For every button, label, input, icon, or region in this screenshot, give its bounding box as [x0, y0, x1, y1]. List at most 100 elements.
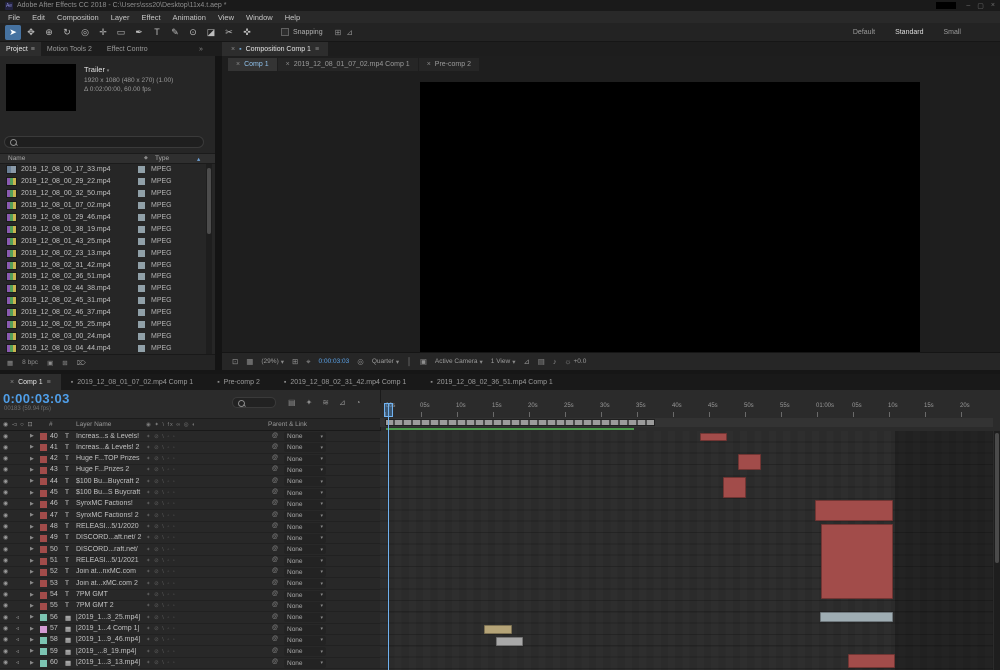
twirl-icon[interactable]: ▶: [30, 558, 34, 564]
draft-3d-icon[interactable]: ✦: [306, 398, 313, 407]
timeline-scrollbar[interactable]: [994, 431, 1000, 670]
composition-panel-tab[interactable]: × ▪ Composition Comp 1 ≡: [222, 42, 329, 56]
eye-icon[interactable]: ◉: [3, 614, 8, 621]
close-button[interactable]: ×: [991, 2, 995, 10]
parent-dropdown[interactable]: None ▾: [284, 454, 326, 464]
parent-dropdown[interactable]: None ▾: [284, 545, 326, 555]
eye-icon[interactable]: ◉: [3, 625, 8, 632]
panel-menu-icon[interactable]: ≡: [315, 46, 319, 53]
label-chip[interactable]: [138, 261, 145, 269]
parent-dropdown[interactable]: None ▾: [284, 511, 326, 521]
label-chip[interactable]: [138, 214, 145, 221]
layer-name[interactable]: Increas...& Levels! 2: [76, 444, 142, 451]
parent-dropdown[interactable]: None ▾: [284, 624, 326, 634]
tab-lead-icon[interactable]: ▪: [217, 379, 219, 386]
parent-dropdown[interactable]: None ▾: [284, 613, 326, 623]
layer-switch-icons[interactable]: ✦ ⊘ \ ◦ ◦: [146, 649, 176, 655]
layer-name[interactable]: SynxMC Factions!: [76, 500, 142, 507]
scrollbar-thumb[interactable]: [995, 433, 999, 563]
eye-icon[interactable]: ◉: [3, 602, 8, 609]
twirl-icon[interactable]: ▶: [30, 626, 34, 632]
project-file-row[interactable]: 2019_12_08_03_04_44.mp4 MPEG: [0, 342, 215, 354]
layer-row[interactable]: ◉ ▶ 48 T RELEASI...5/1/2020 ✦ ⊘ \ ◦ ◦ @ …: [0, 521, 380, 533]
layer-duration-bar[interactable]: [484, 625, 512, 634]
new-composition-icon[interactable]: ⊞: [62, 359, 67, 367]
scrollbar-thumb[interactable]: [207, 168, 211, 234]
layer-switch-icons[interactable]: ✦ ⊘ \ ◦ ◦: [146, 445, 176, 451]
layer-name[interactable]: 7PM GMT: [76, 591, 142, 598]
pickwhip-icon[interactable]: @: [272, 648, 278, 654]
label-chip[interactable]: [138, 297, 145, 305]
audio-icon[interactable]: ◃: [16, 614, 19, 621]
layer-name[interactable]: SynxMC Factions! 2: [76, 512, 142, 519]
pickwhip-icon[interactable]: @: [272, 636, 278, 642]
menu-item[interactable]: Window: [240, 13, 279, 22]
tool-button[interactable]: ✂: [221, 25, 237, 40]
project-file-row[interactable]: 2019_12_08_00_32_50.mp4 MPEG: [0, 188, 215, 200]
parent-dropdown[interactable]: None ▾: [284, 635, 326, 645]
snapping-checkbox[interactable]: [281, 28, 289, 36]
project-file-row[interactable]: 2019_12_08_02_31_42.mp4 MPEG: [0, 259, 215, 271]
parent-dropdown[interactable]: None ▾: [284, 499, 326, 509]
pickwhip-icon[interactable]: @: [272, 659, 278, 665]
label-chip[interactable]: [138, 225, 145, 233]
twirl-icon[interactable]: ▶: [30, 535, 34, 541]
pickwhip-icon[interactable]: @: [272, 478, 278, 484]
twirl-icon[interactable]: ▶: [30, 603, 34, 609]
layer-label-chip[interactable]: [40, 557, 47, 565]
layer-switch-icons[interactable]: ✦ ⊘ \ ◦ ◦: [146, 592, 176, 598]
layer-row[interactable]: ◉ ▶ 46 T SynxMC Factions! ✦ ⊘ \ ◦ ◦ @ No…: [0, 498, 380, 511]
label-chip[interactable]: [138, 332, 145, 340]
layer-name[interactable]: Increas...s & Levels!: [76, 433, 142, 440]
layer-row[interactable]: ◉ ◃ ▶ 59 ▦ [2019_...8_19.mp4] ✦ ⊘ \ ◦ ◦ …: [0, 646, 380, 658]
audio-icon[interactable]: ◃: [16, 636, 19, 643]
project-file-row[interactable]: 2019_12_08_00_17_33.mp4 MPEG: [0, 164, 215, 176]
work-area-bar[interactable]: [385, 419, 655, 426]
layer-name[interactable]: DISCORD...aft.net/ 2: [76, 534, 142, 541]
menu-item[interactable]: Help: [279, 13, 306, 22]
color-depth-label[interactable]: 8 bpc: [22, 359, 38, 366]
close-tab-icon[interactable]: ×: [427, 61, 431, 68]
layer-name[interactable]: [2019_1...4 Comp 1]: [76, 625, 142, 632]
twirl-icon[interactable]: ▶: [30, 637, 34, 643]
view-layout-dropdown[interactable]: 1 View ▾: [491, 358, 516, 366]
layer-name[interactable]: [2019_1...3_25.mp4]: [76, 614, 142, 621]
track-area[interactable]: [380, 431, 993, 670]
label-chip[interactable]: [138, 273, 145, 281]
layer-label-chip[interactable]: [40, 591, 47, 599]
eye-icon[interactable]: ◉: [3, 500, 8, 507]
mask-visibility-icon[interactable]: ⊞: [292, 357, 298, 366]
project-file-row[interactable]: 2019_12_08_01_38_19.mp4 MPEG: [0, 223, 215, 235]
project-file-row[interactable]: 2019_12_08_02_23_13.mp4 MPEG: [0, 247, 215, 259]
twirl-icon[interactable]: ▶: [30, 569, 34, 575]
layer-row[interactable]: ◉ ▶ 42 T Huge F...TOP Prizes ✦ ⊘ \ ◦ ◦ @…: [0, 453, 380, 465]
layer-duration-bar[interactable]: [700, 433, 727, 441]
tool-button[interactable]: ✒: [131, 25, 147, 40]
timeline-tab[interactable]: ▪ 2019_12_08_02_31_42.mp4 Comp 1: [274, 374, 420, 390]
layer-label-chip[interactable]: [40, 523, 47, 531]
parent-dropdown[interactable]: None ▾: [284, 601, 326, 611]
eye-icon[interactable]: ◉: [3, 580, 8, 587]
sort-ascending-icon[interactable]: ▴: [197, 155, 200, 163]
layer-switch-icons[interactable]: ✦ ⊘ \ ◦ ◦: [146, 615, 176, 621]
pickwhip-icon[interactable]: @: [272, 568, 278, 574]
layer-row[interactable]: ◉ ◃ ▶ 60 ▦ [2019_1...3_13.mp4] ✦ ⊘ \ ◦ ◦…: [0, 657, 380, 669]
channel-icon[interactable]: ▤: [538, 357, 545, 366]
twirl-icon[interactable]: ▶: [30, 660, 34, 666]
project-file-row[interactable]: 2019_12_08_02_36_51.mp4 MPEG: [0, 271, 215, 283]
audio-icon[interactable]: ◃: [16, 659, 19, 666]
tab-overflow-icon[interactable]: »: [199, 42, 203, 56]
parent-dropdown[interactable]: None ▾: [284, 533, 326, 543]
layer-label-chip[interactable]: [40, 602, 47, 610]
parent-dropdown[interactable]: None ▾: [284, 647, 326, 657]
layer-name[interactable]: [2019_1...3_13.mp4]: [76, 659, 142, 666]
layer-label-chip[interactable]: [40, 512, 47, 520]
layer-name[interactable]: $100 Bu...Buycraft 2: [76, 478, 142, 485]
project-file-row[interactable]: 2019_12_08_02_45_31.mp4 MPEG: [0, 295, 215, 307]
tool-button[interactable]: ✜: [239, 25, 255, 40]
dropdown-arrow-icon[interactable]: ▾: [107, 68, 110, 74]
project-file-row[interactable]: 2019_12_08_02_46_37.mp4 MPEG: [0, 307, 215, 319]
twirl-icon[interactable]: ▶: [30, 478, 34, 484]
twirl-icon[interactable]: ▶: [30, 512, 34, 518]
twirl-icon[interactable]: ▶: [30, 433, 34, 439]
